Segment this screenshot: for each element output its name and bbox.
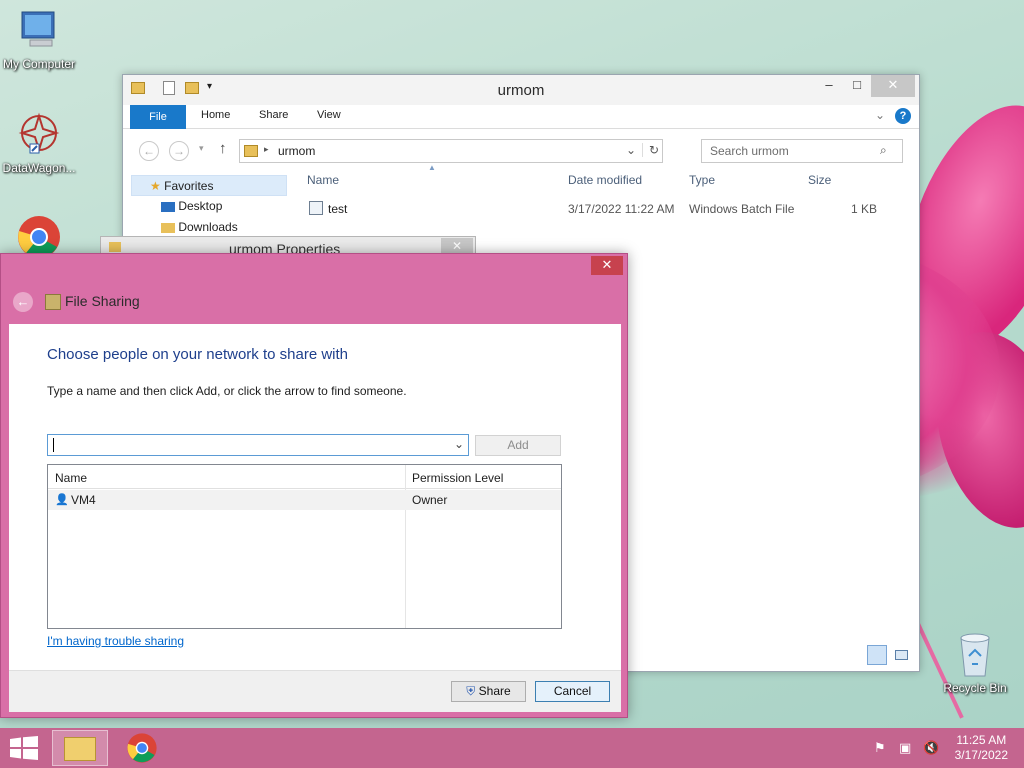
dialog-header: ← File Sharing — [1, 286, 627, 324]
person-name: VM4 — [71, 493, 96, 507]
computer-icon — [21, 11, 55, 47]
search-icon: ⌕ — [880, 143, 887, 157]
dialog-body: Choose people on your network to share w… — [9, 324, 621, 670]
desktop-icon-datawagon[interactable]: DataWagon... — [0, 112, 78, 175]
refresh-icon[interactable]: ↻ — [642, 143, 659, 157]
taskbar: ⚑ ▣ 🔇 11:25 AM 3/17/2022 — [0, 728, 1024, 768]
tab-view[interactable]: View — [317, 109, 341, 121]
datawagon-icon — [18, 112, 60, 154]
clock[interactable]: 11:25 AM 3/17/2022 — [955, 733, 1008, 763]
back-button[interactable]: ← — [139, 141, 159, 161]
dialog-footer: ⛨ Share Cancel — [9, 670, 621, 712]
recycle-bin-icon — [960, 633, 990, 677]
add-button[interactable]: Add — [475, 435, 561, 456]
explorer-titlebar[interactable]: ▾ urmom – □ ✕ — [123, 75, 919, 105]
clock-date: 3/17/2022 — [954, 748, 1008, 762]
tab-home[interactable]: Home — [201, 109, 230, 121]
downloads-icon — [161, 222, 175, 233]
column-header-date[interactable]: Date modified — [568, 173, 642, 187]
nav-item-label: Desktop — [178, 199, 223, 213]
desktop-icon — [161, 201, 175, 212]
network-icon[interactable]: ▣ — [899, 740, 911, 756]
breadcrumb[interactable]: urmom — [278, 144, 315, 158]
share-button-label: Share — [478, 684, 511, 698]
file-explorer-icon — [64, 737, 96, 761]
batch-file-icon — [309, 201, 323, 215]
details-view-button[interactable] — [867, 645, 887, 665]
person-permission[interactable]: Owner — [412, 493, 447, 507]
cancel-button[interactable]: Cancel — [535, 681, 610, 702]
nav-item-label: Favorites — [164, 179, 214, 193]
star-icon: ★ — [150, 179, 161, 193]
dialog-close-button[interactable]: ✕ — [591, 256, 623, 275]
column-header-name[interactable]: Name — [55, 471, 87, 485]
desktop-icon-label: Recycle Bin — [943, 681, 1007, 695]
search-input[interactable]: Search urmom — [710, 144, 789, 158]
volume-muted-icon[interactable]: 🔇 — [923, 740, 939, 756]
name-combobox[interactable]: ⌄ — [47, 434, 469, 456]
explorer-title: urmom — [497, 82, 545, 99]
list-header: Name Permission Level — [48, 465, 561, 628]
file-type: Windows Batch File — [689, 202, 795, 216]
column-header-type[interactable]: Type — [689, 173, 715, 187]
tab-share[interactable]: Share — [259, 109, 288, 121]
desktop-icon-label: DataWagon... — [2, 161, 76, 175]
image-icon — [895, 650, 908, 660]
up-button[interactable]: ↑ — [219, 140, 227, 157]
help-icon[interactable]: ? — [895, 108, 911, 124]
user-icon: 👤 — [55, 494, 69, 506]
column-header-size[interactable]: Size — [808, 173, 831, 187]
taskbar-chrome[interactable] — [114, 730, 170, 766]
dialog-heading: Choose people on your network to share w… — [47, 346, 349, 363]
sort-indicator-icon: ▲ — [428, 163, 436, 172]
minimize-button[interactable]: – — [815, 75, 843, 97]
taskbar-explorer[interactable] — [52, 730, 108, 766]
back-arrow-icon[interactable]: ← — [13, 292, 33, 312]
tab-file[interactable]: File — [130, 105, 186, 129]
nav-item-label: Downloads — [178, 220, 238, 234]
ribbon-tabs: File Home Share View ⌄ ? — [123, 105, 919, 129]
nav-item-favorites[interactable]: ★ Favorites — [131, 175, 287, 196]
forward-button[interactable]: → — [169, 141, 189, 161]
close-button[interactable]: ✕ — [871, 75, 915, 97]
file-sharing-dialog: ✕ ← File Sharing Choose people on your n… — [0, 253, 628, 718]
shield-icon: ⛨ — [466, 684, 476, 698]
sharing-icon — [45, 294, 61, 310]
breadcrumb-arrow-icon: ▸ — [264, 144, 269, 154]
recent-locations-icon[interactable]: ▾ — [199, 143, 204, 154]
name-input[interactable] — [53, 438, 54, 452]
trouble-sharing-link[interactable]: I'm having trouble sharing — [47, 634, 184, 648]
nav-item-desktop[interactable]: Desktop — [131, 196, 287, 217]
list-item[interactable]: 👤 VM4 Owner — [48, 490, 561, 510]
desktop-icon-recycle-bin[interactable]: Recycle Bin — [936, 630, 1014, 695]
chevron-down-icon[interactable]: ⌄ — [626, 143, 636, 157]
windows-logo-icon — [10, 736, 38, 760]
file-size: 1 KB — [851, 202, 878, 216]
desktop-icon-label: My Computer — [2, 57, 76, 71]
file-date: 3/17/2022 11:22 AM — [568, 202, 675, 216]
file-name: test — [328, 202, 348, 216]
people-list: Name Permission Level 👤 VM4 Owner — [47, 464, 562, 629]
navigation-pane: ★ Favorites Desktop Downloads — [131, 175, 287, 238]
start-button[interactable] — [10, 736, 38, 760]
chevron-down-icon[interactable]: ⌄ — [454, 437, 464, 451]
nav-item-downloads[interactable]: Downloads — [131, 217, 287, 238]
clock-time: 11:25 AM — [956, 733, 1007, 747]
dialog-title: File Sharing — [65, 293, 140, 309]
column-header-name[interactable]: Name — [307, 173, 339, 187]
folder-icon — [109, 242, 121, 252]
folder-icon — [244, 145, 258, 157]
desktop-icon-my-computer[interactable]: My Computer — [0, 8, 78, 71]
address-row: ← → ▾ ↑ ▸ urmom ⌄ ↻ Search urmom ⌕ — [123, 129, 919, 169]
large-icons-view-button[interactable] — [891, 645, 911, 665]
address-bar[interactable]: ▸ urmom ⌄ ↻ — [239, 139, 663, 163]
action-center-icon[interactable]: ⚑ — [874, 740, 886, 756]
dialog-instruction: Type a name and then click Add, or click… — [47, 384, 407, 398]
column-header-permission[interactable]: Permission Level — [412, 471, 503, 485]
search-box[interactable]: Search urmom ⌕ — [701, 139, 903, 163]
share-button[interactable]: ⛨ Share — [451, 681, 526, 702]
maximize-button[interactable]: □ — [843, 75, 871, 97]
chrome-icon — [127, 733, 157, 763]
chevron-down-icon[interactable]: ⌄ — [875, 108, 885, 122]
